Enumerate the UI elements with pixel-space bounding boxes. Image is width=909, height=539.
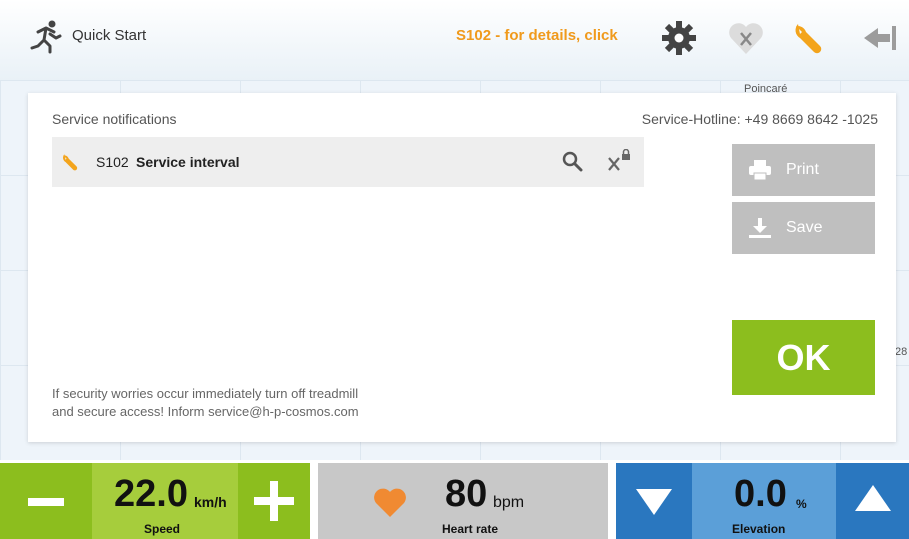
top-bar: Quick Start S102 - for details, click	[0, 0, 909, 80]
heart-icon	[374, 488, 406, 517]
triangle-down-icon	[636, 489, 672, 515]
print-label: Print	[786, 161, 819, 178]
back-arrow-icon[interactable]	[858, 18, 898, 58]
printer-icon	[749, 160, 771, 181]
heart-rate-label: Heart rate	[442, 522, 499, 536]
save-button[interactable]: Save	[732, 202, 875, 254]
heart-rate-display: 80 bpm Heart rate	[318, 463, 608, 539]
save-label: Save	[786, 219, 823, 236]
speed-value: 22.0	[114, 473, 188, 515]
service-hotline: Service-Hotline: +49 8669 8642 -1025	[641, 111, 878, 127]
security-warning: If security worries occur immediately tu…	[52, 385, 452, 421]
plus-icon-v	[270, 481, 278, 521]
heart-x-icon[interactable]	[726, 18, 766, 58]
speed-display: 22.0 km/h Speed	[92, 463, 238, 539]
service-alert-link[interactable]: S102 - for details, click	[456, 27, 618, 44]
triangle-up-icon	[855, 485, 891, 511]
warning-line-2: and secure access! Inform service@h-p-co…	[52, 404, 359, 419]
minus-icon	[28, 498, 64, 506]
download-icon	[749, 218, 771, 238]
print-button[interactable]: Print	[732, 144, 875, 196]
wrench-icon[interactable]	[790, 18, 830, 58]
notification-row[interactable]: S102 Service interval	[52, 137, 644, 187]
speed-increase-button[interactable]	[238, 463, 310, 539]
map-number-fragment: 28	[895, 346, 908, 358]
warning-line-1: If security worries occur immediately tu…	[52, 386, 359, 401]
heart-rate-value: 80	[445, 473, 488, 515]
service-notifications-dialog: Service notifications Service-Hotline: +…	[28, 93, 896, 442]
dialog-title: Service notifications	[52, 111, 177, 127]
search-icon[interactable]	[561, 150, 583, 172]
quick-start-label[interactable]: Quick Start	[72, 27, 146, 44]
elevation-display: 0.0 % Elevation	[692, 463, 836, 539]
notification-code: S102	[96, 154, 129, 170]
heart-rate-unit: bpm	[493, 494, 525, 511]
speed-unit: km/h	[194, 494, 227, 510]
elevation-label: Elevation	[732, 522, 786, 536]
wrench-icon	[63, 154, 78, 171]
speed-decrease-button[interactable]	[0, 463, 92, 539]
notification-title: Service interval	[136, 154, 240, 170]
elevation-value: 0.0	[734, 473, 787, 515]
speed-label: Speed	[144, 522, 181, 536]
dismiss-lock-icon[interactable]	[606, 149, 632, 173]
elevation-unit: %	[796, 497, 807, 511]
elevation-decrease-button[interactable]	[616, 463, 692, 539]
elevation-increase-button[interactable]	[836, 463, 909, 539]
gear-icon[interactable]	[659, 18, 699, 58]
runner-icon	[30, 20, 62, 54]
control-bar: 22.0 km/h Speed 80 bpm Heart rate 0.0 % …	[0, 460, 909, 539]
ok-button[interactable]: OK	[732, 320, 875, 395]
